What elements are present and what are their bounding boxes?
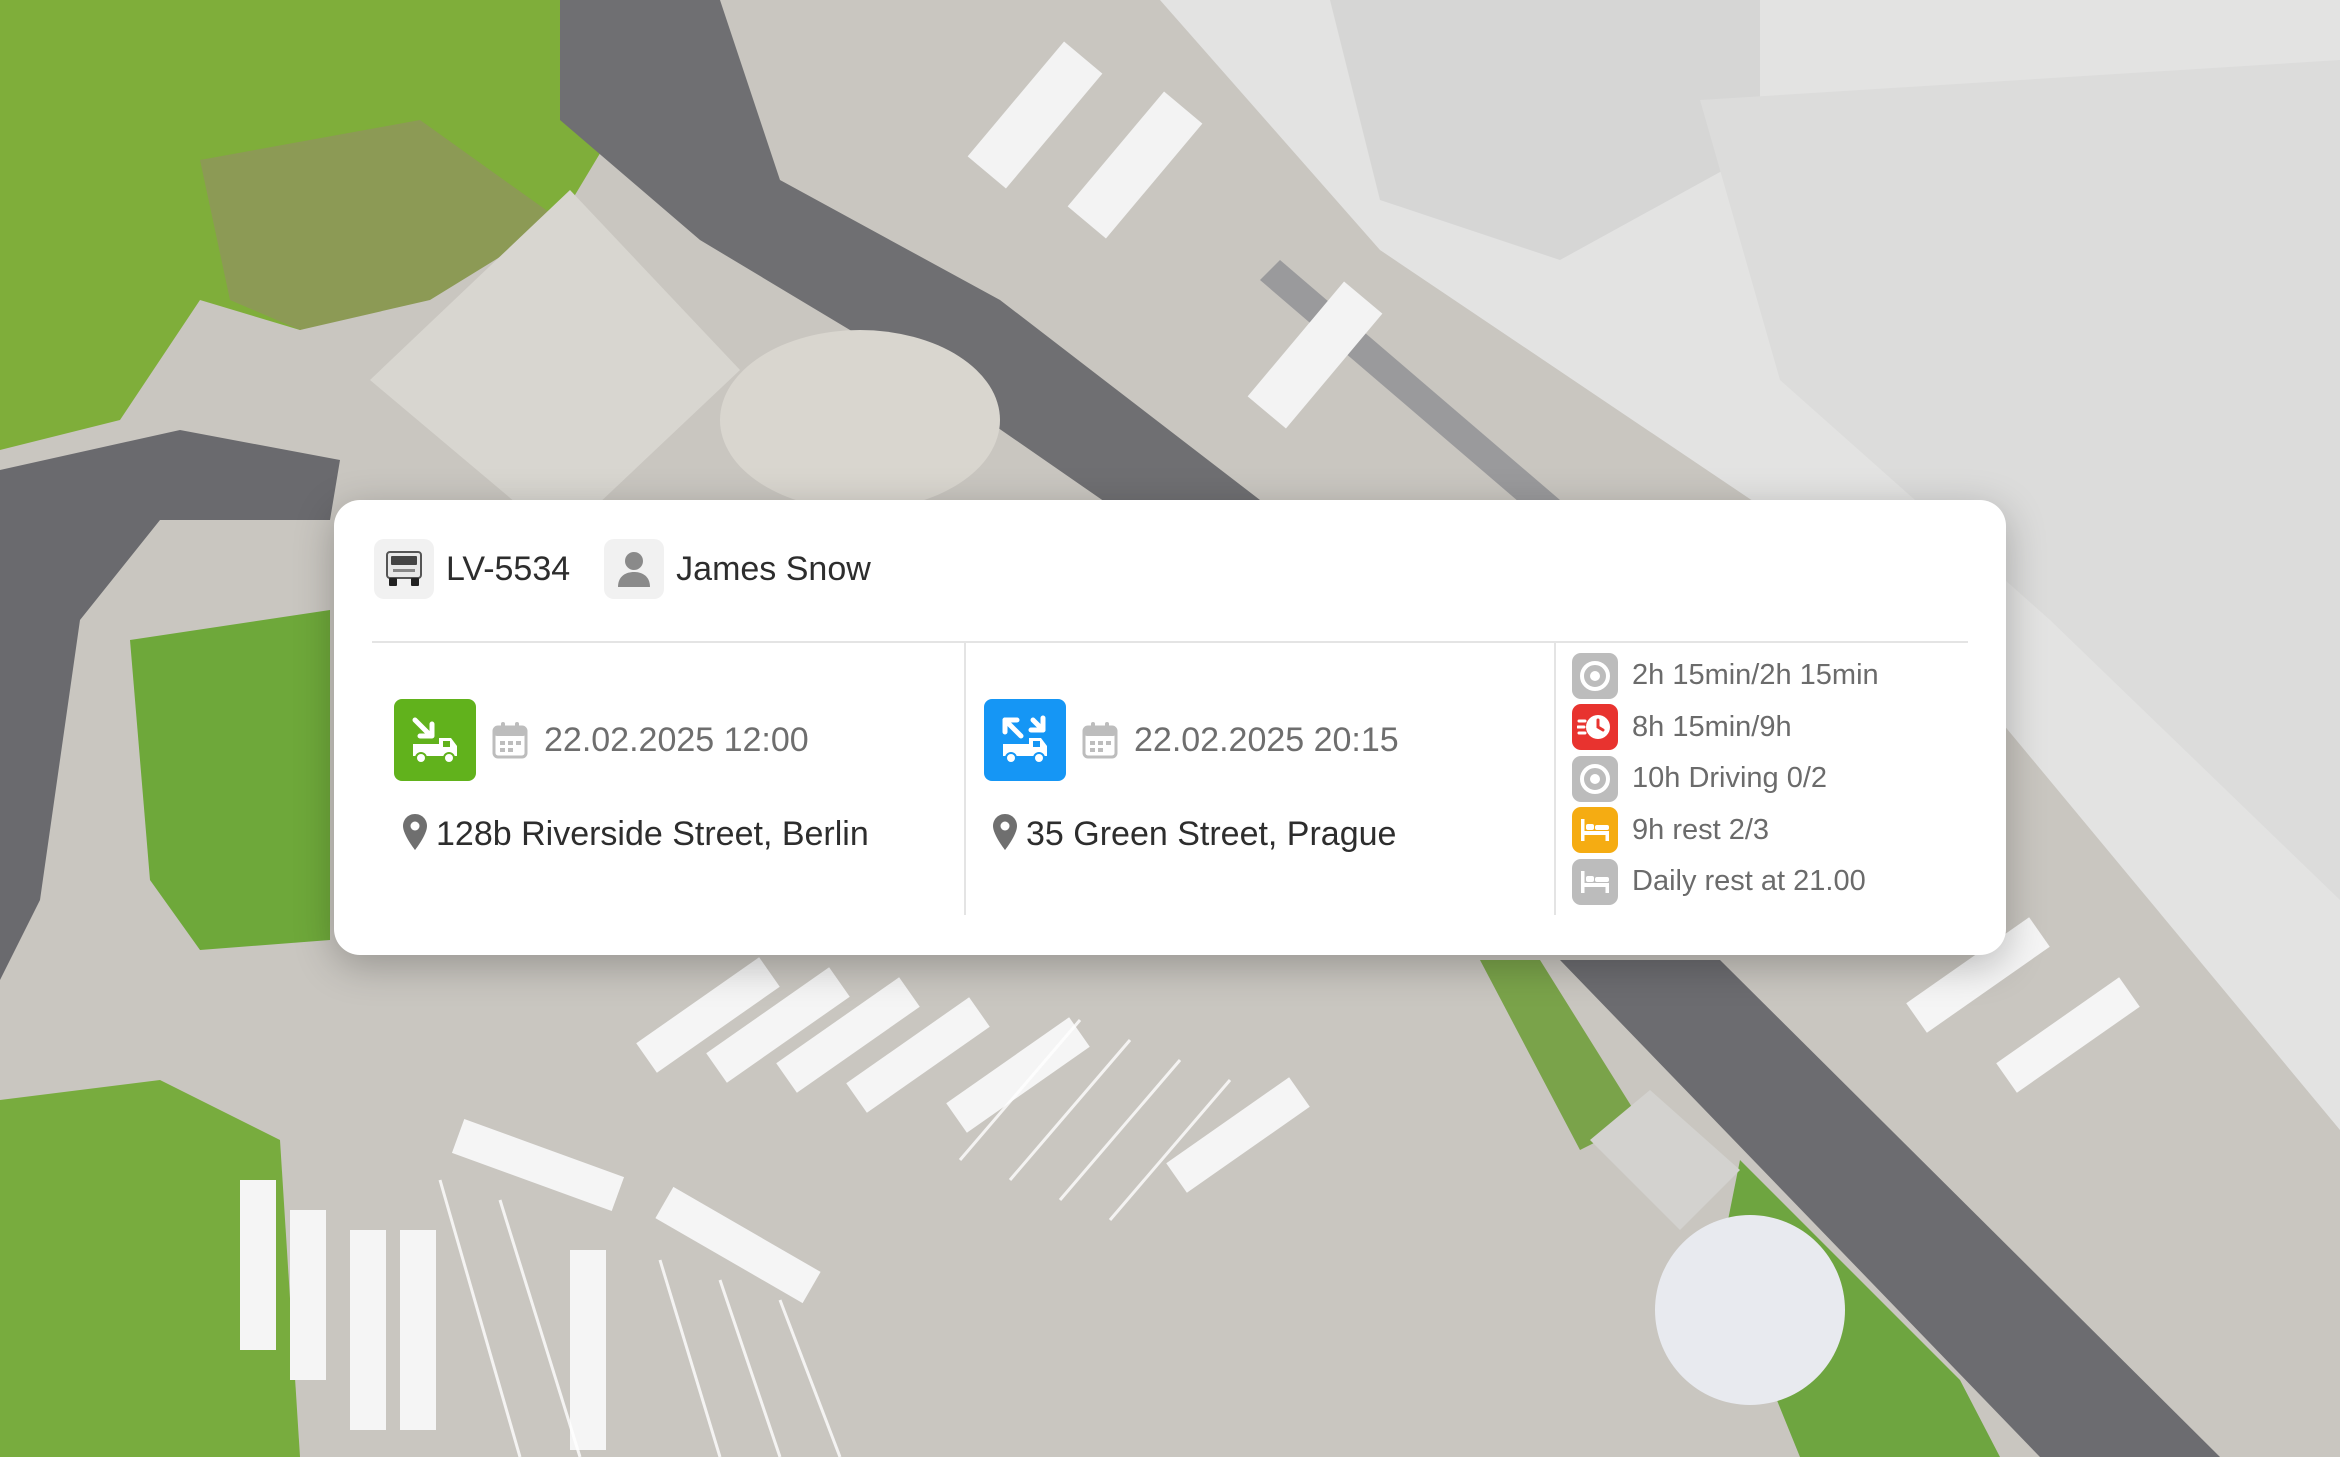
person-icon bbox=[604, 539, 665, 599]
stat-row: 8h 15min/9h bbox=[1572, 702, 1879, 754]
column-divider bbox=[964, 643, 966, 915]
delivery-address: 35 Green Street, Prague bbox=[1026, 815, 1397, 853]
steering-wheel-icon bbox=[1572, 652, 1618, 699]
driver-chip[interactable]: James Snow bbox=[604, 539, 871, 599]
card-header: LV-5534 James Snow bbox=[374, 538, 871, 600]
stat-text: Daily rest at 21.00 bbox=[1632, 865, 1866, 898]
pickup-address: 128b Riverside Street, Berlin bbox=[436, 815, 869, 853]
bed-icon bbox=[1572, 858, 1618, 905]
driver-time-stats: 2h 15min/2h 15min 8h 15min/9h 10h Drivin… bbox=[1572, 650, 1879, 908]
driver-name: James Snow bbox=[676, 549, 871, 588]
column-divider bbox=[1554, 643, 1556, 915]
location-pin-icon bbox=[402, 813, 428, 856]
stat-row: 2h 15min/2h 15min bbox=[1572, 650, 1879, 702]
stat-text: 10h Driving 0/2 bbox=[1632, 762, 1828, 795]
stat-text: 8h 15min/9h bbox=[1632, 710, 1792, 743]
vehicle-plate: LV-5534 bbox=[446, 549, 571, 588]
stat-row: 9h rest 2/3 bbox=[1572, 805, 1879, 857]
calendar-icon bbox=[1082, 721, 1118, 759]
stat-text: 2h 15min/2h 15min bbox=[1632, 659, 1879, 692]
shipment-card: LV-5534 James Snow 22.02.2025 12:00 128b… bbox=[334, 500, 2006, 955]
vehicle-chip[interactable]: LV-5534 bbox=[374, 539, 570, 599]
header-divider bbox=[372, 641, 1968, 643]
stat-text: 9h rest 2/3 bbox=[1632, 813, 1770, 846]
steering-wheel-icon bbox=[1572, 755, 1618, 802]
bed-icon bbox=[1572, 807, 1618, 854]
calendar-icon bbox=[492, 721, 528, 759]
stat-row: Daily rest at 21.00 bbox=[1572, 856, 1879, 908]
fast-clock-icon bbox=[1572, 704, 1618, 751]
unload-truck-icon bbox=[394, 699, 476, 781]
pickup-datetime: 22.02.2025 12:00 bbox=[544, 720, 809, 759]
stat-row: 10h Driving 0/2 bbox=[1572, 753, 1879, 805]
location-pin-icon bbox=[992, 813, 1018, 856]
delivery-datetime: 22.02.2025 20:15 bbox=[1134, 720, 1399, 759]
truck-icon bbox=[374, 539, 434, 599]
load-truck-icon bbox=[984, 699, 1066, 781]
